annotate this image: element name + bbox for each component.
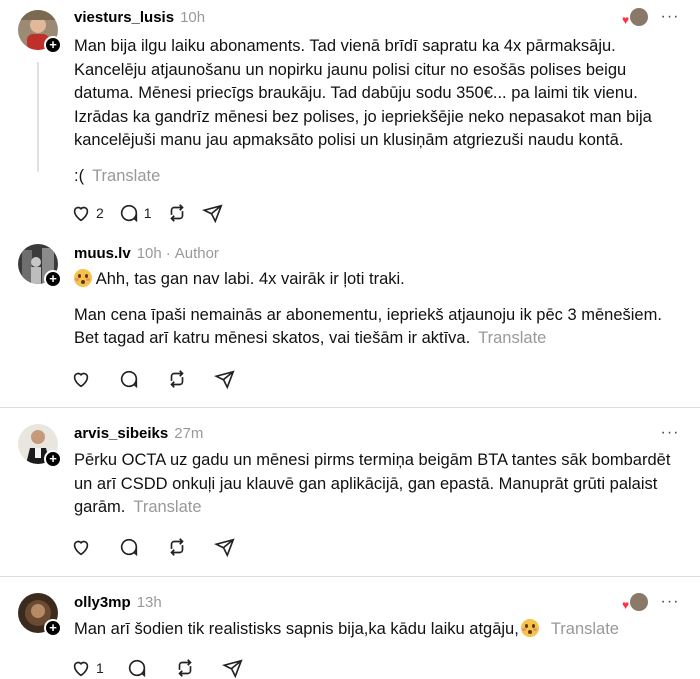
like-button[interactable] bbox=[70, 536, 92, 558]
like-count: 2 bbox=[96, 205, 104, 221]
send-icon bbox=[221, 659, 243, 679]
repost-icon bbox=[178, 659, 192, 677]
comment-icon bbox=[120, 204, 137, 223]
post-text: Ahh, tas gan nav labi. 4x vairāk ir ļoti… bbox=[74, 268, 674, 351]
post-paragraph-line: :( Translate bbox=[74, 165, 674, 189]
more-icon[interactable]: ··· bbox=[660, 9, 680, 30]
action-bar bbox=[70, 535, 250, 559]
timestamp[interactable]: 27m bbox=[174, 425, 203, 442]
flushed-emoji-icon bbox=[74, 269, 92, 287]
translate-link[interactable]: Translate bbox=[133, 498, 201, 516]
post-4: + olly3mp 13h ♥ ··· Man arī šodien tik re… bbox=[0, 577, 700, 679]
repost-button[interactable] bbox=[166, 368, 188, 390]
liked-by-author-indicator: ♥ bbox=[622, 593, 648, 613]
plus-icon[interactable]: + bbox=[44, 36, 62, 54]
repost-button[interactable] bbox=[166, 536, 188, 558]
like-count: 1 bbox=[96, 660, 104, 676]
post-paragraph-line: Man arī šodien tik realistisks sapnis bi… bbox=[74, 618, 674, 642]
author-avatar-mini bbox=[630, 593, 648, 611]
post-text: Man arī šodien tik realistisks sapnis bi… bbox=[74, 618, 674, 642]
heart-icon bbox=[73, 540, 89, 556]
like-button[interactable] bbox=[70, 368, 92, 390]
plus-icon[interactable]: + bbox=[44, 270, 62, 288]
share-button[interactable] bbox=[201, 202, 224, 224]
timestamp[interactable]: 13h bbox=[137, 594, 162, 611]
heart-icon bbox=[73, 372, 89, 388]
comment-icon bbox=[128, 659, 145, 678]
reply-button[interactable] bbox=[118, 536, 140, 558]
username[interactable]: olly3mp bbox=[74, 594, 131, 611]
comment-icon bbox=[120, 370, 138, 389]
plus-icon[interactable]: + bbox=[44, 619, 62, 637]
share-button[interactable] bbox=[214, 536, 236, 558]
repost-icon bbox=[170, 538, 184, 556]
translate-link[interactable]: Translate bbox=[551, 620, 619, 638]
action-bar: 1 bbox=[70, 656, 258, 679]
plus-icon[interactable]: + bbox=[44, 450, 62, 468]
translate-link[interactable]: Translate bbox=[478, 329, 546, 347]
repost-button[interactable] bbox=[174, 657, 196, 679]
post-paragraph: Man bija ilgu laiku abonaments. Tad vien… bbox=[74, 37, 652, 149]
reply-button[interactable]: 1 bbox=[118, 202, 152, 224]
repost-icon bbox=[169, 204, 184, 222]
username[interactable]: viesturs_lusis bbox=[74, 9, 174, 26]
post-header: muus.lv 10h · Author bbox=[74, 245, 219, 262]
post-paragraph: Man cena īpaši nemainās ar abonementu, i… bbox=[74, 305, 662, 348]
post-paragraph-line: Man cena īpaši nemainās ar abonementu, i… bbox=[74, 304, 674, 351]
thread-line bbox=[37, 62, 39, 172]
author-label: Author bbox=[174, 245, 219, 262]
reply-button[interactable] bbox=[126, 657, 148, 679]
send-icon bbox=[214, 370, 235, 390]
heart-icon: ♥ bbox=[622, 13, 630, 27]
post-3: + arvis_sibeiks 27m ··· Pērku OCTA uz gad… bbox=[0, 408, 700, 576]
avatar-wrap[interactable]: + bbox=[18, 10, 62, 54]
thread-feed: + viesturs_lusis 10h ♥ ··· Man bija ilgu … bbox=[0, 0, 700, 679]
share-button[interactable] bbox=[221, 657, 244, 679]
more-icon[interactable]: ··· bbox=[660, 594, 680, 615]
post-paragraph-line: Ahh, tas gan nav labi. 4x vairāk ir ļoti… bbox=[74, 268, 674, 292]
post-header: arvis_sibeiks 27m bbox=[74, 424, 203, 444]
post-paragraph: Ahh, tas gan nav labi. 4x vairāk ir ļoti… bbox=[95, 270, 405, 288]
repost-icon bbox=[170, 370, 184, 388]
post-paragraph: Man arī šodien tik realistisks sapnis bi… bbox=[74, 620, 519, 638]
username[interactable]: arvis_sibeiks bbox=[74, 425, 168, 442]
comment-icon bbox=[120, 538, 138, 557]
share-button[interactable] bbox=[214, 368, 236, 390]
post-paragraph-line: Pērku OCTA uz gadu un mēnesi pirms termi… bbox=[74, 449, 674, 520]
username[interactable]: muus.lv bbox=[74, 245, 131, 262]
more-icon[interactable]: ··· bbox=[660, 425, 680, 446]
post-text: Pērku OCTA uz gadu un mēnesi pirms termi… bbox=[74, 449, 674, 520]
reply-count: 1 bbox=[143, 205, 152, 221]
send-icon bbox=[201, 204, 223, 224]
action-bar: 2 1 bbox=[70, 201, 238, 225]
timestamp[interactable]: 10h bbox=[180, 9, 205, 26]
translate-link[interactable]: Translate bbox=[92, 167, 160, 185]
flushed-emoji-icon bbox=[520, 619, 539, 637]
action-bar bbox=[70, 367, 250, 391]
post-header: viesturs_lusis 10h bbox=[74, 8, 205, 28]
heart-icon bbox=[73, 661, 89, 677]
post-paragraph: :( bbox=[74, 166, 85, 185]
liked-by-author-indicator: ♥ bbox=[622, 8, 648, 28]
post-text: Man bija ilgu laiku abonaments. Tad vien… bbox=[74, 35, 674, 188]
avatar-wrap[interactable]: + bbox=[18, 244, 62, 288]
post-1: + viesturs_lusis 10h ♥ ··· Man bija ilgu … bbox=[0, 0, 700, 232]
timestamp[interactable]: 10h bbox=[137, 245, 162, 262]
like-button[interactable]: 2 bbox=[70, 202, 104, 224]
avatar-wrap[interactable]: + bbox=[18, 593, 62, 637]
send-icon bbox=[214, 538, 235, 558]
post-header: olly3mp 13h bbox=[74, 593, 162, 613]
heart-icon: ♥ bbox=[622, 598, 630, 612]
reply-button[interactable] bbox=[118, 368, 140, 390]
author-avatar-mini bbox=[630, 8, 648, 26]
heart-icon bbox=[73, 206, 89, 222]
like-button[interactable]: 1 bbox=[70, 657, 104, 679]
post-2: + muus.lv 10h · Author Ahh, tas gan nav lab… bbox=[0, 232, 700, 407]
avatar-wrap[interactable]: + bbox=[18, 424, 62, 468]
repost-button[interactable] bbox=[166, 202, 188, 224]
